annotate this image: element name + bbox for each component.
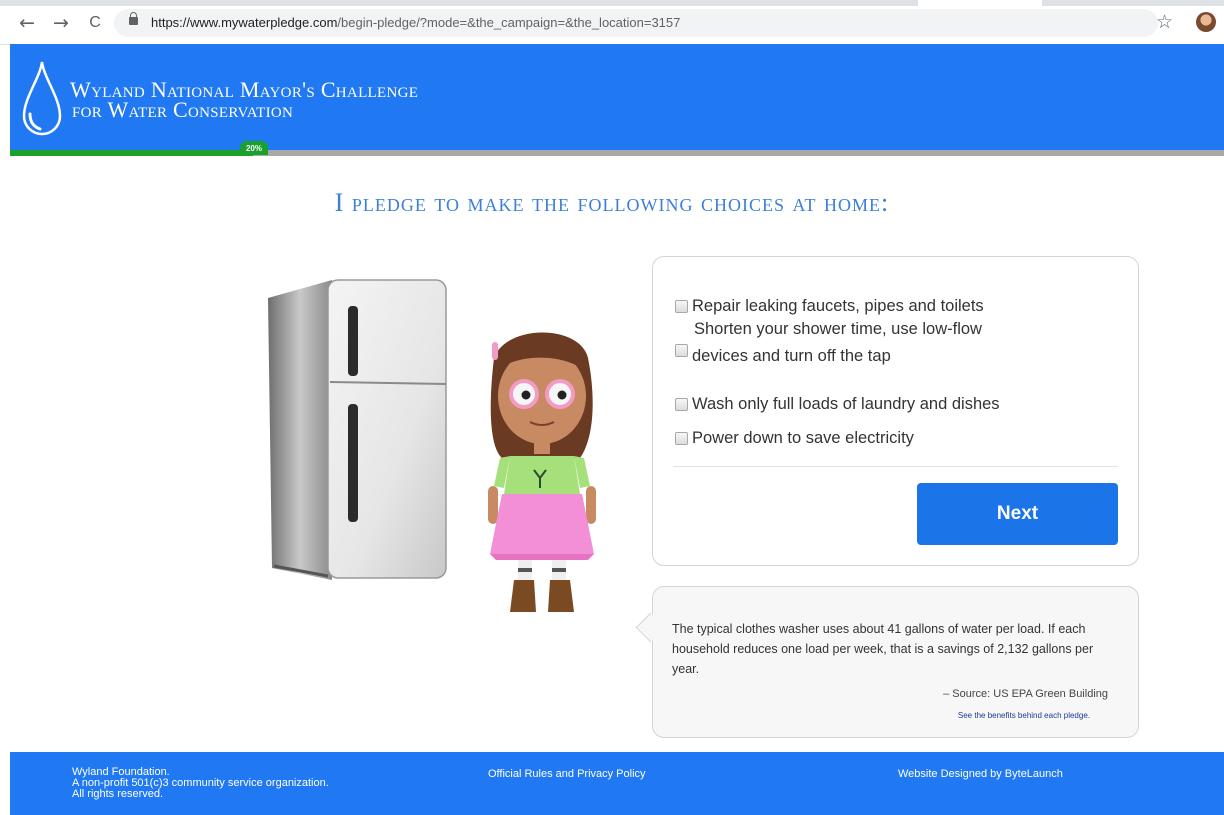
url-path: /begin-pledge/?mode=&the_campaign=&the_l… bbox=[337, 15, 681, 30]
profile-avatar-icon[interactable] bbox=[1196, 12, 1216, 32]
url-host: https://www.mywaterpledge.com bbox=[151, 15, 338, 30]
pledge-label[interactable]: Power down to save electricity bbox=[692, 425, 914, 451]
pledge-label[interactable]: Wash only full loads of laundry and dish… bbox=[692, 391, 1000, 417]
page-title: I pledge to make the following choices a… bbox=[334, 188, 890, 217]
pledge-label-line-1: Shorten your shower time, use low-flow bbox=[694, 320, 982, 338]
progress-fill bbox=[10, 150, 253, 156]
pledge-checkbox[interactable] bbox=[675, 299, 688, 313]
bookmark-star-icon[interactable]: ☆ bbox=[1156, 11, 1173, 33]
forward-arrow-icon[interactable]: → bbox=[50, 12, 72, 34]
lock-icon bbox=[129, 12, 138, 25]
pledge-option-shower[interactable]: Shorten your shower time, use low-flow d… bbox=[675, 320, 982, 369]
url-text[interactable]: https://www.mywaterpledge.com/begin-pled… bbox=[151, 15, 680, 30]
brand-line-2: for Water Conservation bbox=[72, 97, 294, 122]
site-footer: Wyland Foundation. A non-profit 501(c)3 … bbox=[10, 752, 1224, 815]
rules-privacy-link[interactable]: Official Rules and Privacy Policy bbox=[488, 768, 646, 780]
callout-pointer bbox=[635, 612, 666, 643]
progress-label: 20% bbox=[240, 141, 268, 155]
footer-rights: All rights reserved. bbox=[72, 788, 164, 800]
footer-copyright: Wyland Foundation. A non-profit 501(c)3 … bbox=[72, 767, 329, 800]
progress-bar: 20% bbox=[10, 141, 1224, 156]
next-button[interactable]: Next bbox=[917, 483, 1118, 545]
pledge-checkbox[interactable] bbox=[675, 343, 688, 357]
water-fact-callout: The typical clothes washer uses about 41… bbox=[635, 586, 1139, 738]
reload-icon[interactable]: C bbox=[84, 12, 106, 34]
fact-text: The typical clothes washer uses about 41… bbox=[672, 622, 1094, 676]
browser-toolbar: ← → C https://www.mywaterpledge.com/begi… bbox=[0, 0, 1224, 45]
pledge-benefits-link[interactable]: See the benefits behind each pledge. bbox=[958, 711, 1090, 720]
girl-character-illustration bbox=[488, 332, 596, 612]
fact-source: – Source: US EPA Green Building bbox=[943, 688, 1108, 700]
pledge-label-line-2: devices and turn off the tap bbox=[692, 347, 891, 365]
active-tab[interactable] bbox=[918, 0, 1042, 6]
site-header: Wyland National Mayor's Challenge for Wa… bbox=[10, 44, 1224, 150]
pledge-options-card: Repair leaking faucets, pipes and toilet… bbox=[652, 256, 1139, 566]
pledge-label[interactable]: Shorten your shower time, use low-flow d… bbox=[692, 320, 982, 369]
address-bar[interactable]: https://www.mywaterpledge.com/begin-pled… bbox=[114, 9, 1158, 37]
pledge-checkbox[interactable] bbox=[675, 397, 688, 411]
refrigerator-illustration bbox=[268, 279, 447, 580]
water-drop-logo-icon[interactable] bbox=[22, 60, 62, 136]
back-arrow-icon[interactable]: ← bbox=[16, 12, 38, 34]
divider bbox=[673, 466, 1118, 467]
designer-credit-link[interactable]: Website Designed by ByteLaunch bbox=[898, 768, 1063, 780]
site-brand[interactable]: Wyland National Mayor's Challenge for Wa… bbox=[70, 79, 418, 122]
pledge-checkbox[interactable] bbox=[675, 431, 688, 445]
pledge-option-power[interactable]: Power down to save electricity bbox=[675, 425, 914, 451]
pledge-option-laundry[interactable]: Wash only full loads of laundry and dish… bbox=[675, 391, 1000, 417]
tab-strip bbox=[0, 0, 1224, 6]
